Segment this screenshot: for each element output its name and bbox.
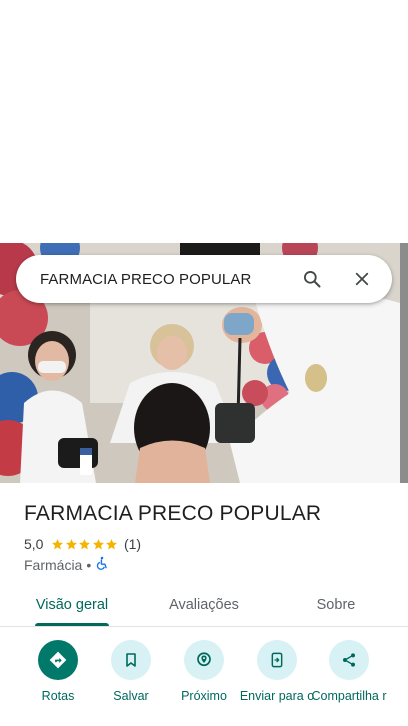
share-icon[interactable] bbox=[329, 640, 369, 680]
active-tab-indicator bbox=[35, 623, 109, 626]
tab-reviews[interactable]: Avaliações bbox=[152, 583, 256, 627]
search-query[interactable]: FARMACIA PRECO POPULAR bbox=[40, 271, 300, 288]
star-icon bbox=[66, 538, 77, 549]
directions-button[interactable]: Rotas bbox=[20, 640, 96, 703]
place-tabs: Visão geral Avaliações Sobre bbox=[0, 583, 408, 627]
bookmark-icon[interactable] bbox=[111, 640, 151, 680]
action-buttons: Rotas Salvar Próximo Enviar para o Compa… bbox=[0, 640, 408, 726]
tab-about[interactable]: Sobre bbox=[284, 583, 388, 627]
share-label: Compartilha r bbox=[311, 689, 387, 703]
share-button[interactable]: Compartilha r bbox=[311, 640, 387, 703]
search-icon[interactable] bbox=[300, 267, 324, 291]
send-to-phone-button[interactable]: Enviar para o bbox=[239, 640, 315, 703]
category-row: Farmácia • bbox=[24, 556, 109, 573]
nearby-button[interactable]: Próximo bbox=[166, 640, 242, 703]
rating-stars bbox=[51, 538, 119, 551]
nearby-icon[interactable] bbox=[184, 640, 224, 680]
review-count[interactable]: (1) bbox=[124, 536, 141, 552]
separator: • bbox=[86, 556, 92, 573]
nearby-label: Próximo bbox=[181, 689, 227, 703]
tab-overview[interactable]: Visão geral bbox=[20, 583, 124, 627]
directions-icon[interactable] bbox=[38, 640, 78, 680]
send-to-phone-icon[interactable] bbox=[257, 640, 297, 680]
search-bar[interactable]: FARMACIA PRECO POPULAR bbox=[16, 255, 392, 303]
map-area-blank bbox=[0, 0, 408, 243]
save-button[interactable]: Salvar bbox=[93, 640, 169, 703]
star-icon bbox=[79, 538, 91, 549]
star-icon bbox=[52, 538, 64, 549]
rating-value: 5,0 bbox=[24, 536, 44, 552]
star-icon bbox=[106, 538, 118, 549]
star-icon bbox=[93, 538, 104, 549]
send-to-phone-label: Enviar para o bbox=[239, 689, 315, 703]
close-icon[interactable] bbox=[350, 267, 374, 291]
rating-row[interactable]: 5,0 (1) bbox=[24, 536, 141, 552]
directions-label: Rotas bbox=[41, 689, 75, 703]
save-label: Salvar bbox=[113, 689, 149, 703]
wheelchair-icon bbox=[95, 556, 109, 573]
place-category: Farmácia bbox=[24, 556, 83, 573]
place-title: FARMACIA PRECO POPULAR bbox=[24, 502, 322, 525]
